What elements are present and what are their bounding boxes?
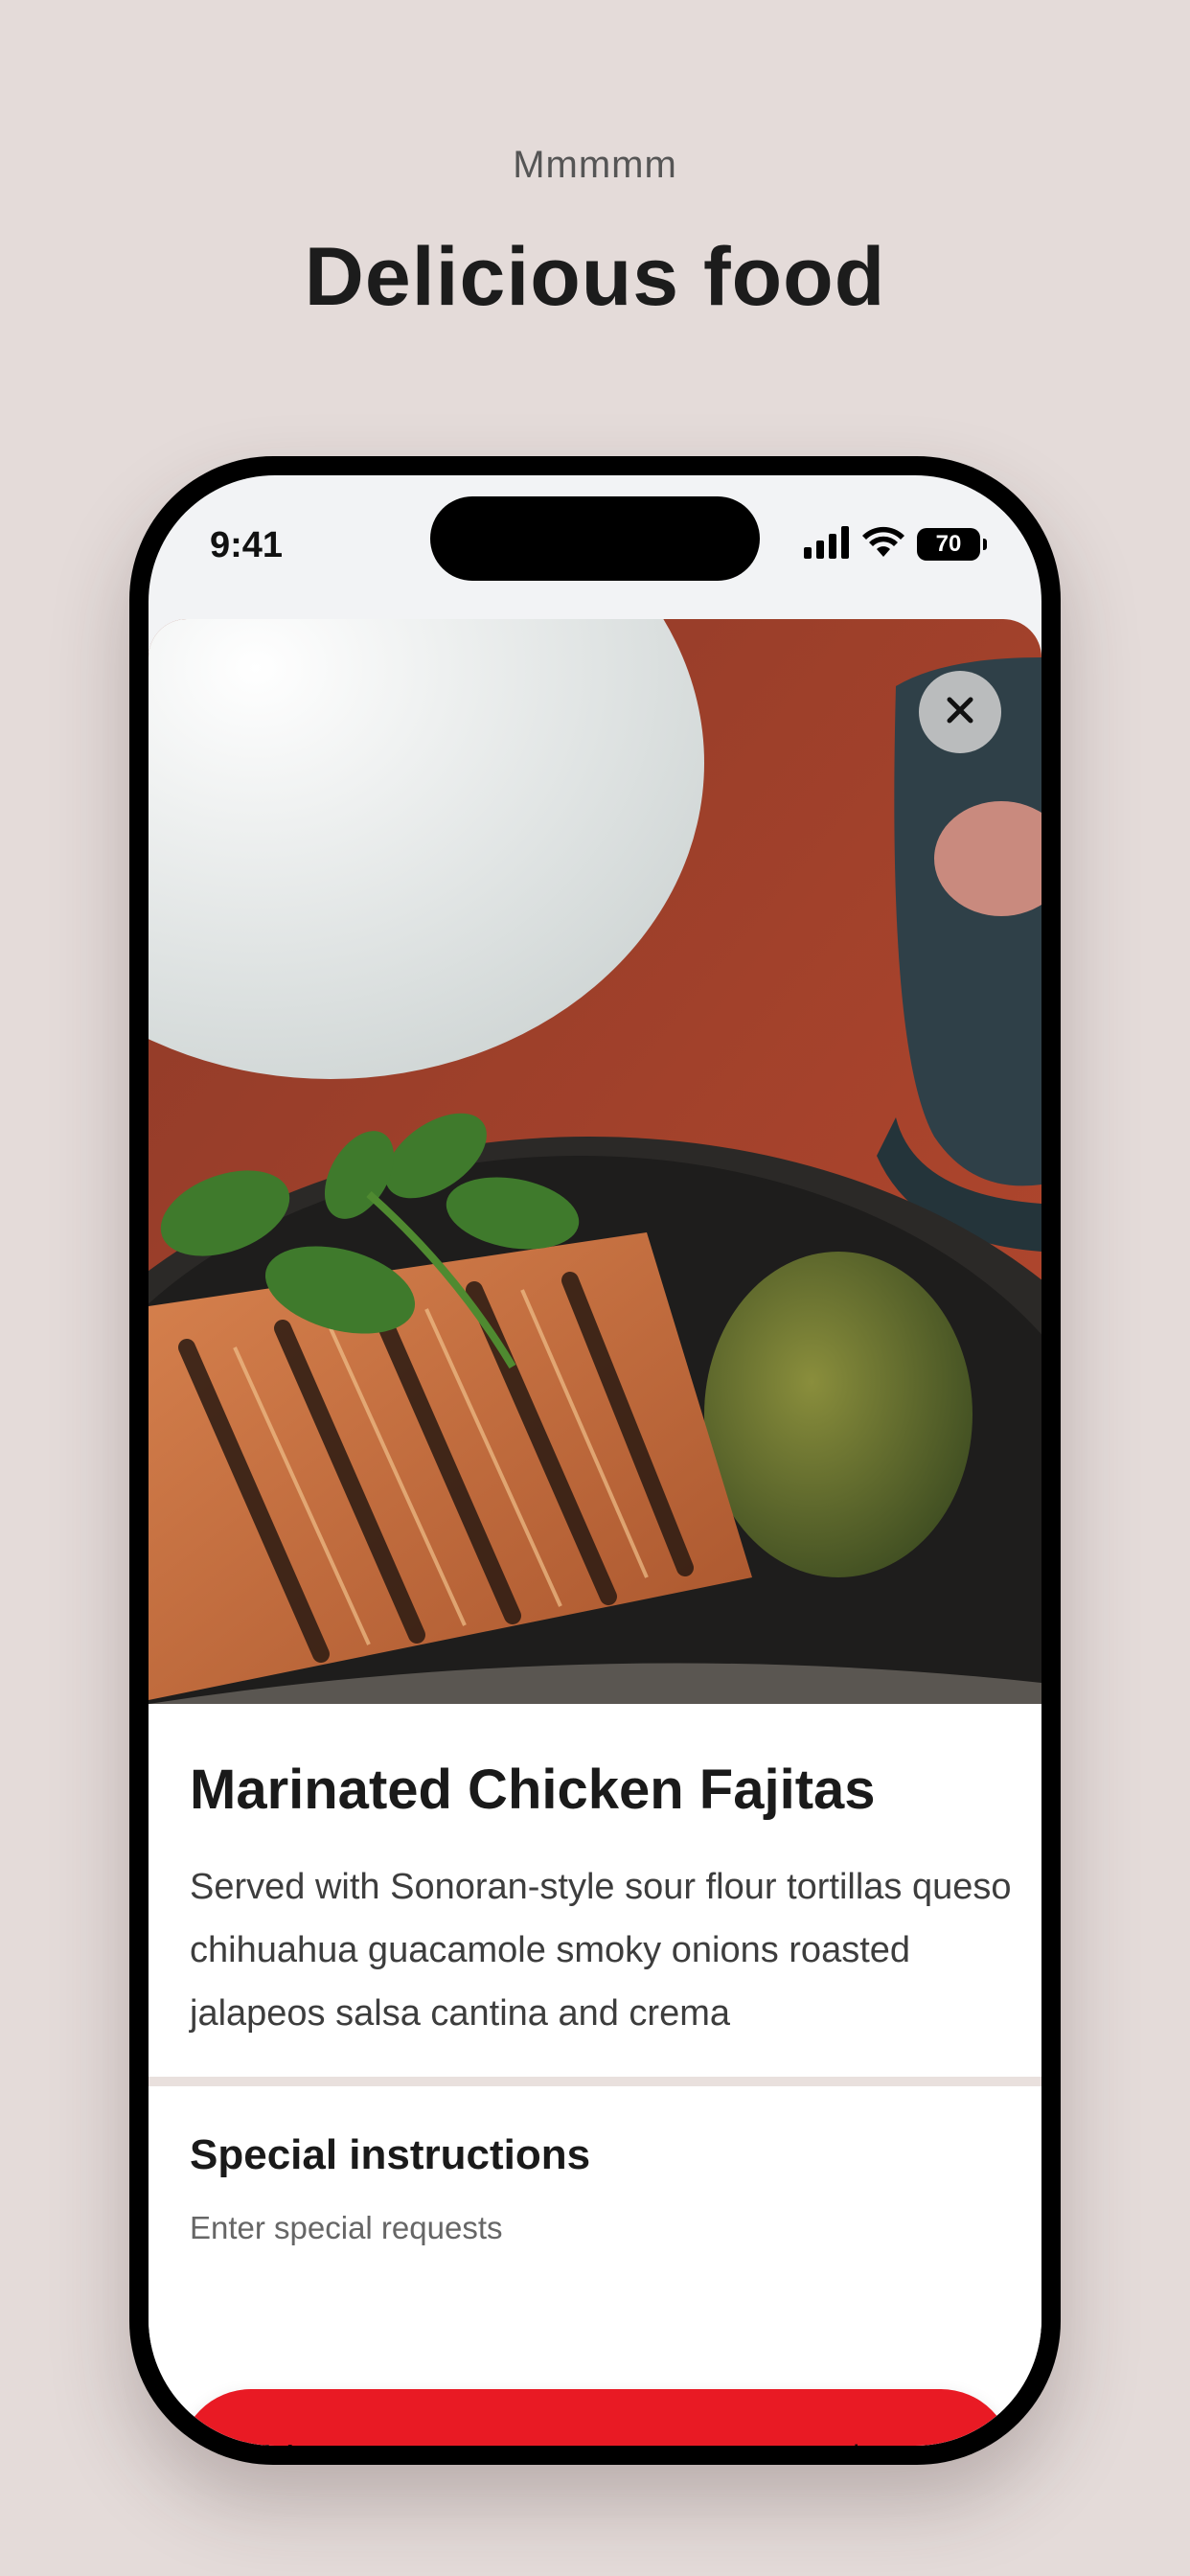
section-divider <box>149 2077 1041 2086</box>
item-description: Served with Sonoran-style sour flour tor… <box>190 1867 1012 2034</box>
close-icon <box>944 694 976 731</box>
item-title: Marinated Chicken Fajitas <box>190 1759 876 1821</box>
phone-screen: 9:41 70 Marinated Chicken Fajitas Served… <box>149 475 1041 2446</box>
cart-price: $26.00 <box>844 2438 971 2447</box>
close-button[interactable] <box>919 671 1001 753</box>
add-to-cart-label: Add to cart <box>221 2438 421 2447</box>
status-bar: 9:41 70 <box>149 475 1041 619</box>
item-detail-sheet: Marinated Chicken Fajitas Served with So… <box>149 619 1041 2446</box>
wifi-icon <box>861 526 905 564</box>
battery-icon: 70 <box>917 528 987 561</box>
page-headline: Delicious food <box>304 231 886 323</box>
phone-frame: 9:41 70 Marinated Chicken Fajitas Served… <box>129 456 1061 2465</box>
status-time: 9:41 <box>210 525 284 565</box>
status-icons: 70 <box>804 525 987 564</box>
food-photo <box>149 619 1041 1704</box>
add-to-cart-button[interactable]: Add to cart $26.00 <box>179 2389 1013 2446</box>
special-instructions-title: Special instructions <box>190 2131 591 2178</box>
signal-icon <box>804 525 850 564</box>
dynamic-island <box>430 496 760 581</box>
special-instructions-input[interactable] <box>190 2210 995 2246</box>
page-kicker: Mmmmm <box>513 144 677 186</box>
